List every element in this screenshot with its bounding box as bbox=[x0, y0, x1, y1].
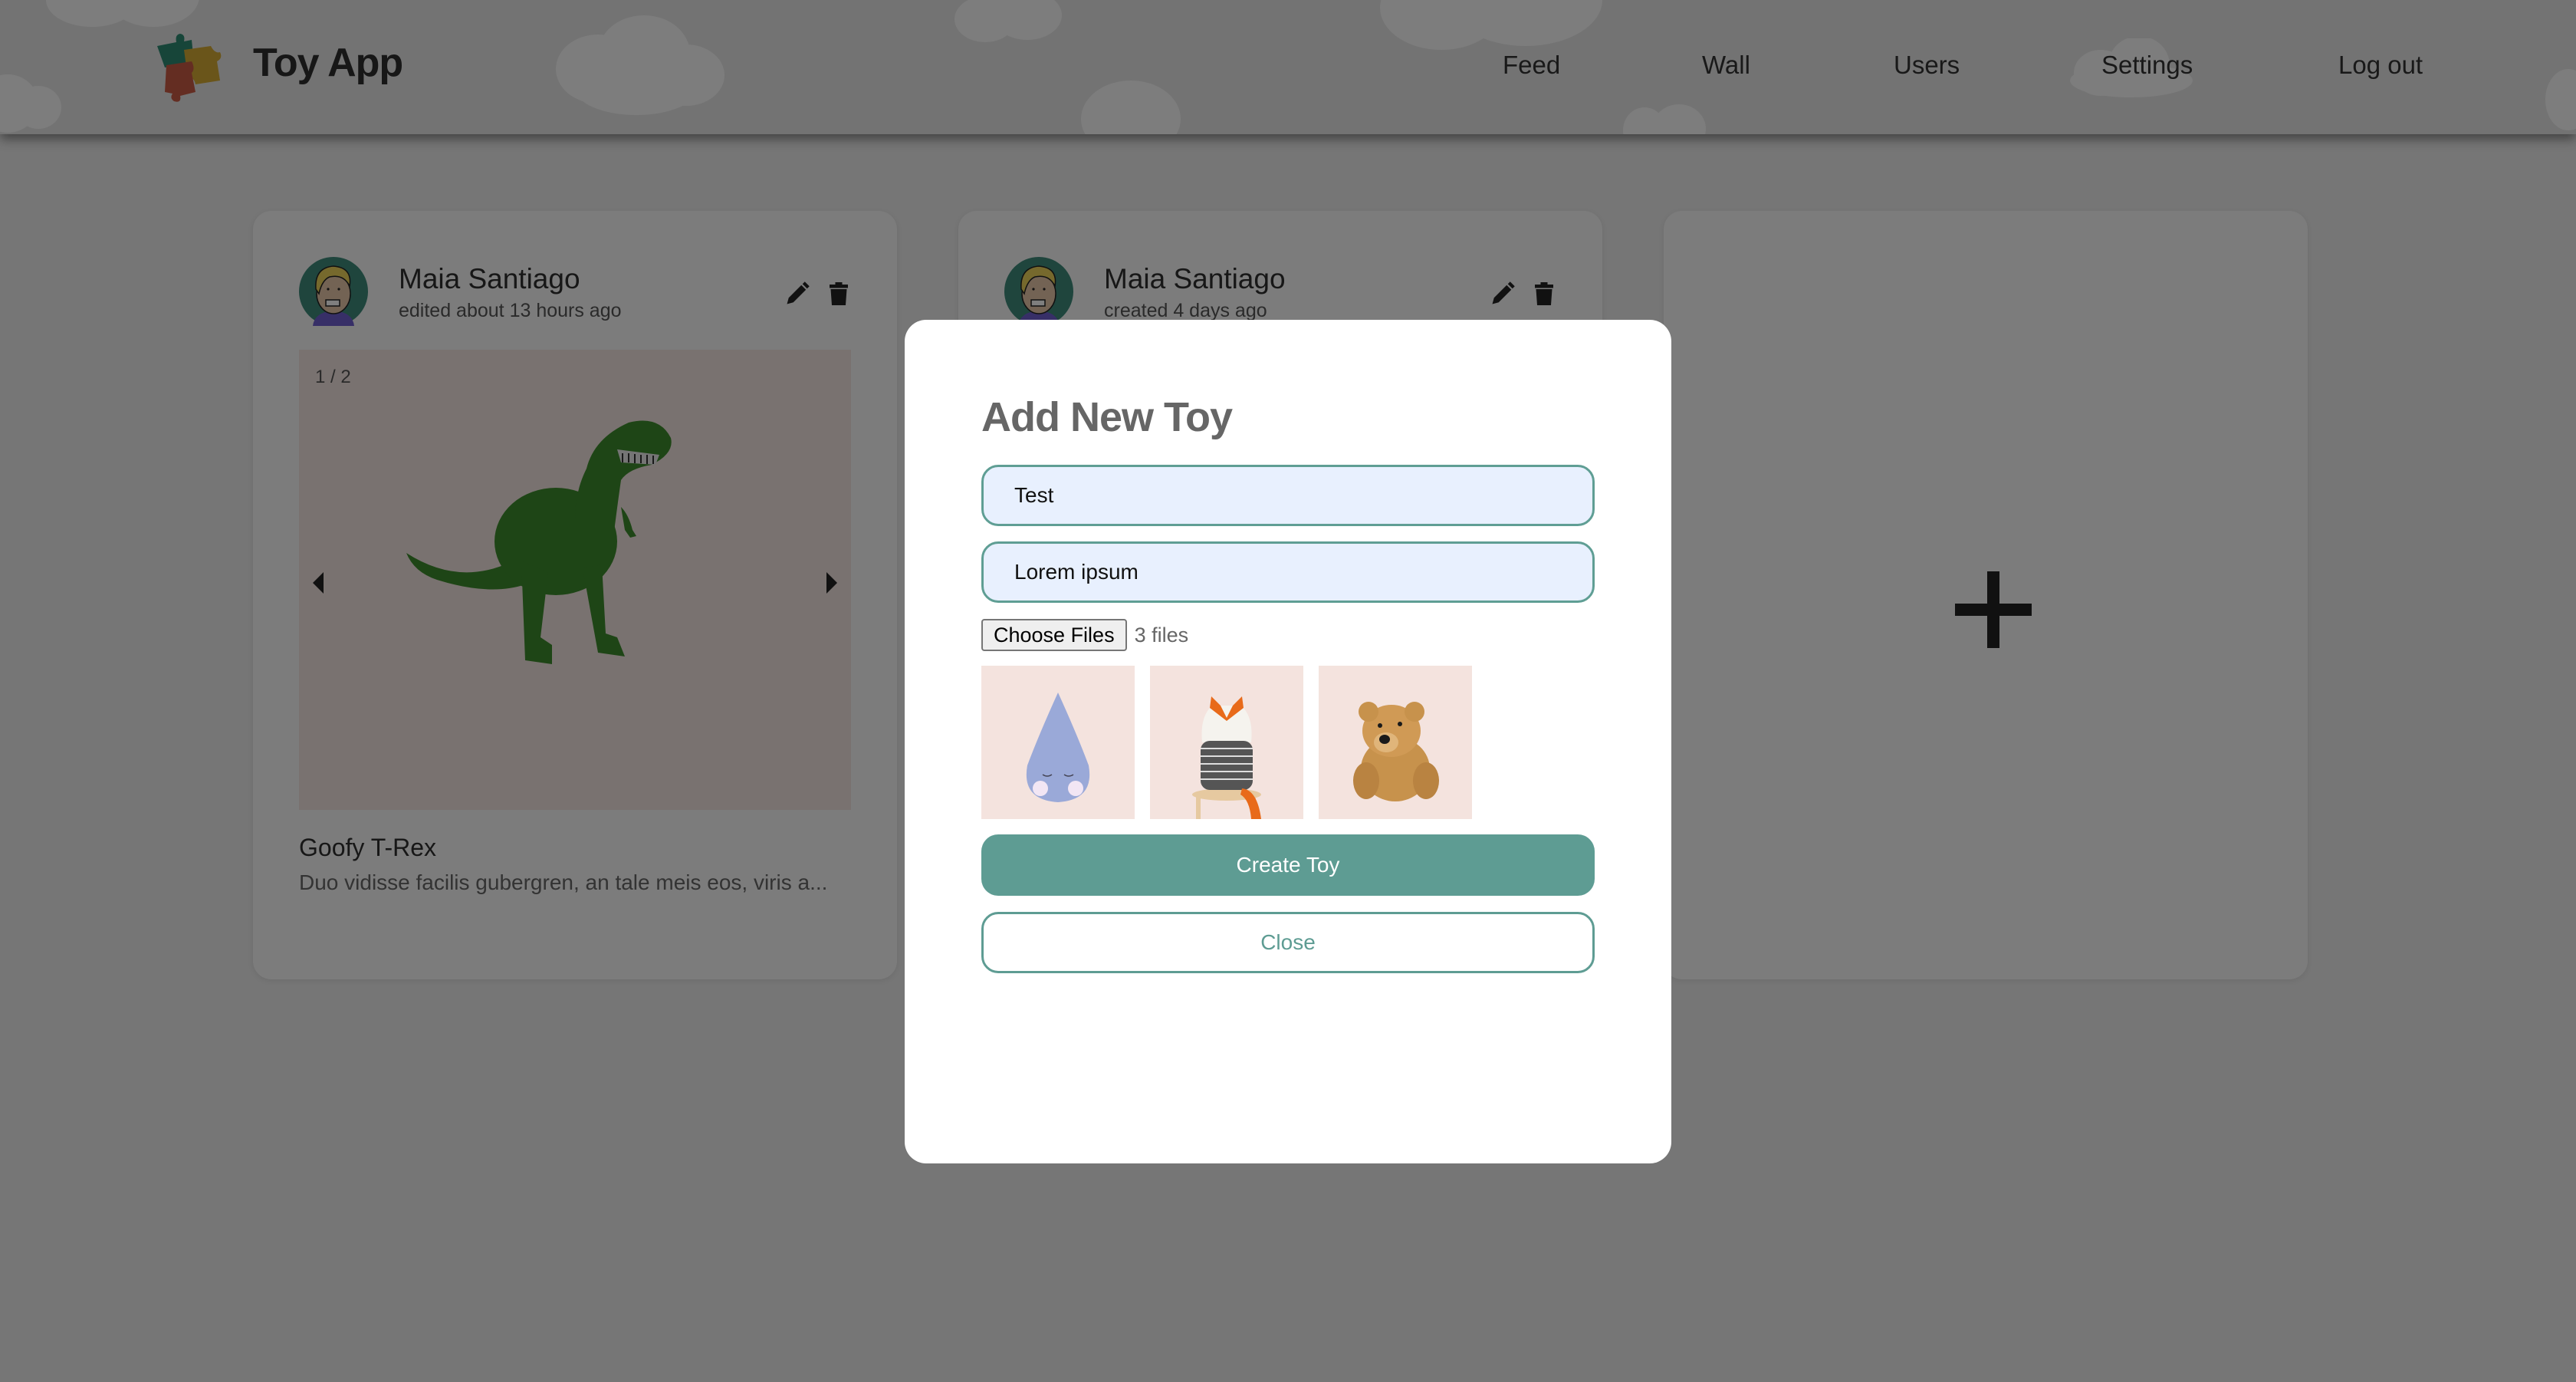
teddy-bear-image bbox=[1353, 702, 1439, 801]
file-input: Choose Files 3 files bbox=[981, 618, 1188, 652]
toy-name-input[interactable] bbox=[981, 465, 1595, 526]
create-toy-button[interactable]: Create Toy bbox=[981, 834, 1595, 896]
fox-plush-image bbox=[1192, 696, 1261, 819]
image-preview bbox=[981, 666, 1135, 819]
image-preview bbox=[1150, 666, 1303, 819]
choose-files-button[interactable]: Choose Files bbox=[981, 619, 1127, 651]
close-modal-button[interactable]: Close bbox=[981, 912, 1595, 973]
file-count: 3 files bbox=[1134, 623, 1189, 647]
toy-description-input[interactable] bbox=[981, 541, 1595, 603]
add-toy-modal: Add New Toy Choose Files 3 files bbox=[905, 320, 1671, 1163]
modal-title: Add New Toy bbox=[981, 394, 1233, 440]
image-preview bbox=[1319, 666, 1472, 819]
raindrop-plush-image bbox=[1026, 693, 1090, 802]
